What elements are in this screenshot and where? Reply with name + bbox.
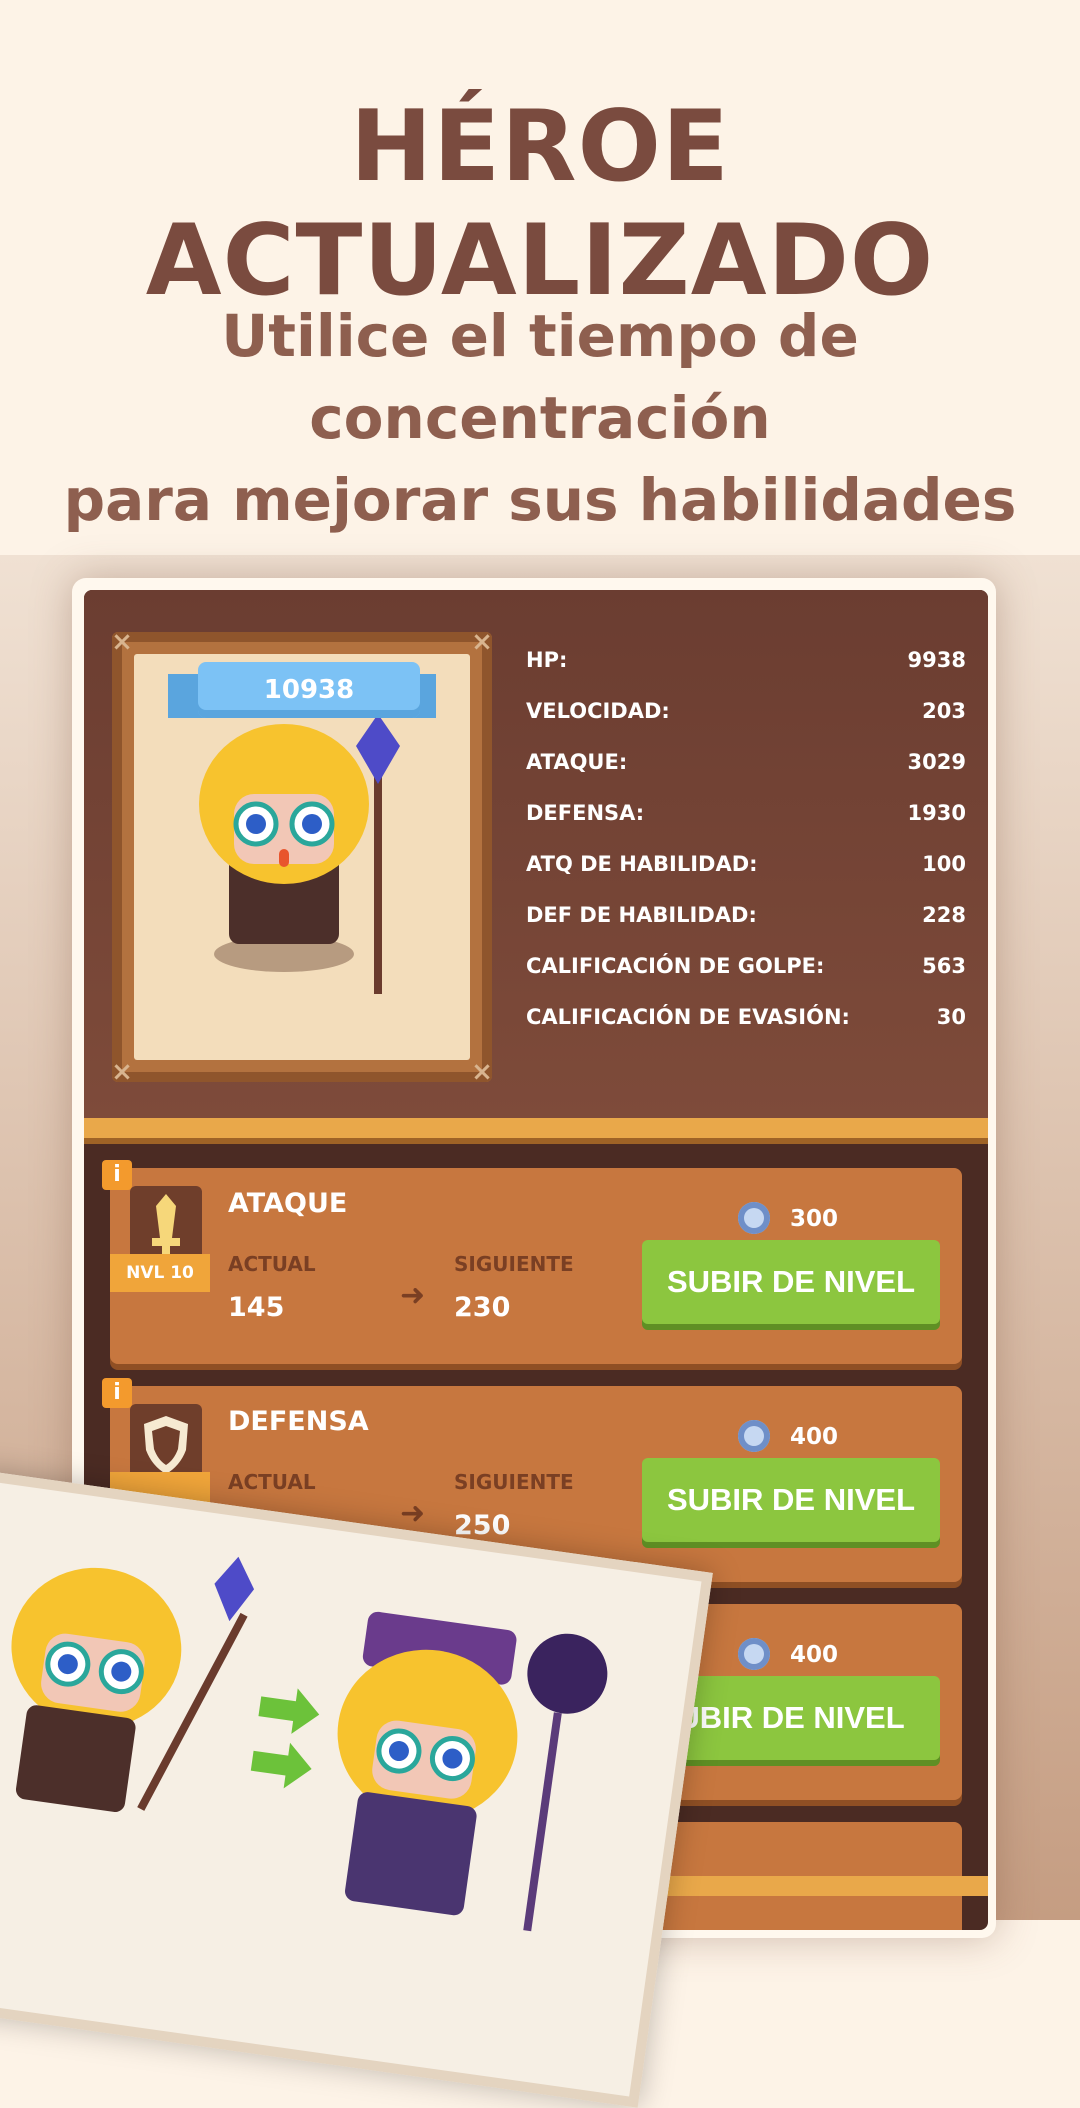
stat-row: CALIFICACIÓN DE EVASIÓN: 30 <box>526 1005 966 1056</box>
stat-label: DEF DE HABILIDAD: <box>526 903 757 927</box>
stat-row: HP: 9938 <box>526 648 966 699</box>
upgrade-title: DEFENSA <box>228 1406 369 1437</box>
next-value: 230 <box>454 1292 511 1323</box>
next-label: SIGUIENTE <box>454 1252 574 1276</box>
stat-row: ATQ DE HABILIDAD: 100 <box>526 852 966 903</box>
stat-label: CALIFICACIÓN DE EVASIÓN: <box>526 1005 850 1029</box>
stat-row: VELOCIDAD: 203 <box>526 699 966 750</box>
current-label: ACTUAL <box>228 1470 316 1494</box>
green-arrows <box>250 1688 320 1789</box>
stat-value: 3029 <box>907 750 966 774</box>
upgrade-cost: 400 <box>790 1642 839 1668</box>
stat-row: CALIFICACIÓN DE GOLPE: 563 <box>526 954 966 1005</box>
level-up-button[interactable]: SUBIR DE NIVEL <box>642 1458 940 1542</box>
corner-decoration: × <box>471 1057 493 1087</box>
stat-value: 203 <box>922 699 966 723</box>
stat-label: VELOCIDAD: <box>526 699 670 723</box>
stat-label: HP: <box>526 648 568 672</box>
level-up-button[interactable]: SUBIR DE NIVEL <box>642 1240 940 1324</box>
arrow-right-icon: ➜ <box>400 1278 426 1313</box>
stat-value: 9938 <box>907 648 966 672</box>
corner-decoration: × <box>111 1057 133 1087</box>
upgrade-cost: 300 <box>790 1206 839 1232</box>
stat-row: DEFENSA: 1930 <box>526 801 966 852</box>
evolution-paper <box>0 1470 713 2108</box>
stat-value: 228 <box>922 903 966 927</box>
subtitle-line-1: Utilice el tiempo de concentración <box>221 302 859 452</box>
stat-value: 100 <box>922 852 966 876</box>
next-label: SIGUIENTE <box>454 1470 574 1494</box>
corner-decoration: × <box>471 627 493 657</box>
coin-icon <box>738 1638 770 1670</box>
current-label: ACTUAL <box>228 1252 316 1276</box>
hero-top-area: × × × × 10938 HP: 9938 VELOCIDAD: 203 ATAQ… <box>84 590 988 1120</box>
level-badge: NVL 10 <box>110 1254 210 1292</box>
stat-label: ATQ DE HABILIDAD: <box>526 852 758 876</box>
shelf-divider <box>84 1118 988 1138</box>
stat-value: 30 <box>936 1005 966 1029</box>
hero-evolution-illustration <box>11 1556 608 1932</box>
bottom-shelf <box>660 1876 988 1896</box>
stat-value: 1930 <box>907 801 966 825</box>
coin-icon <box>738 1202 770 1234</box>
subtitle: Utilice el tiempo de concentración para … <box>0 295 1080 541</box>
current-value: 145 <box>228 1292 285 1323</box>
arrow-right-icon: ➜ <box>400 1496 426 1531</box>
upgrade-title: ATAQUE <box>228 1188 348 1219</box>
hero-stats-list: HP: 9938 VELOCIDAD: 203 ATAQUE: 3029 DEFENS… <box>526 648 966 1056</box>
stat-value: 563 <box>922 954 966 978</box>
stat-label: ATAQUE: <box>526 750 628 774</box>
next-value: 250 <box>454 1510 511 1541</box>
upgrade-cost: 400 <box>790 1424 839 1450</box>
info-icon[interactable]: i <box>102 1160 132 1190</box>
stat-row: DEF DE HABILIDAD: 228 <box>526 903 966 954</box>
stat-label: CALIFICACIÓN DE GOLPE: <box>526 954 825 978</box>
hero-portrait-frame: × × × × 10938 <box>111 627 493 1087</box>
info-icon[interactable]: i <box>102 1378 132 1408</box>
stat-label: DEFENSA: <box>526 801 645 825</box>
coin-icon <box>738 1420 770 1452</box>
hero-power-ribbon: 10938 <box>198 662 420 718</box>
subtitle-line-2: para mejorar sus habilidades <box>63 466 1017 534</box>
stat-row: ATAQUE: 3029 <box>526 750 966 801</box>
corner-decoration: × <box>111 627 133 657</box>
upgrade-card-attack: i NVL 10 ATAQUE ACTUAL 145 ➜ SIGUIENTE 2… <box>102 1160 962 1364</box>
headline: HÉROE ACTUALIZADO <box>145 90 935 318</box>
